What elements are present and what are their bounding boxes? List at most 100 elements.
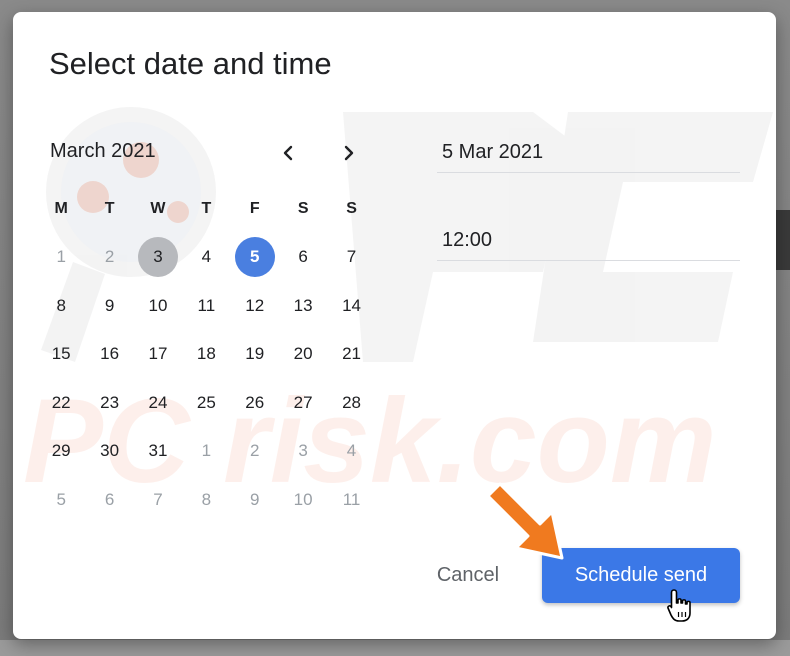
month-label: March 2021 xyxy=(50,140,156,162)
calendar-day-number: 28 xyxy=(342,392,361,412)
calendar-day-number: 23 xyxy=(100,392,120,412)
previous-month-button[interactable] xyxy=(273,138,303,168)
calendar-day[interactable]: 8 xyxy=(182,476,230,525)
calendar-day[interactable]: 19 xyxy=(231,330,279,379)
calendar-day-today[interactable]: 3 xyxy=(134,233,182,282)
calendar-day[interactable]: 6 xyxy=(279,233,327,282)
calendar-day[interactable]: 2 xyxy=(231,427,279,476)
calendar-day[interactable]: 12 xyxy=(231,282,279,331)
calendar-day-number: 4 xyxy=(201,247,212,267)
calendar-day-number: 24 xyxy=(148,392,168,412)
calendar-day-number: 29 xyxy=(51,441,71,461)
calendar-day-number: 5 xyxy=(234,237,275,278)
calendar-day-number: 30 xyxy=(100,441,120,461)
calendar-day[interactable]: 22 xyxy=(37,379,85,428)
calendar-day[interactable]: 27 xyxy=(279,379,327,428)
calendar-day[interactable]: 13 xyxy=(279,282,327,331)
calendar-day[interactable]: 17 xyxy=(134,330,182,379)
calendar-day[interactable]: 24 xyxy=(134,379,182,428)
calendar-day[interactable]: 30 xyxy=(85,427,133,476)
calendar-day[interactable]: 4 xyxy=(327,427,375,476)
schedule-send-button[interactable]: Schedule send xyxy=(542,548,740,603)
dialog-title: Select date and time xyxy=(49,46,332,81)
calendar-week-row: 22 23 24 25 26 27 28 xyxy=(37,379,377,428)
calendar-day[interactable]: 7 xyxy=(327,233,375,282)
calendar-day[interactable]: 31 xyxy=(134,427,182,476)
calendar-day-number: 3 xyxy=(298,441,308,461)
calendar-day-number: 20 xyxy=(293,344,313,364)
calendar-day[interactable]: 29 xyxy=(37,427,85,476)
weekday-header: MTWTFSS xyxy=(37,200,376,218)
calendar-day[interactable]: 18 xyxy=(182,330,230,379)
calendar-day-number: 31 xyxy=(148,441,168,461)
calendar-day[interactable]: 2 xyxy=(85,233,133,282)
calendar-day-number: 11 xyxy=(197,295,216,315)
calendar-day[interactable]: 4 xyxy=(182,233,230,282)
date-value: 5 Mar 2021 xyxy=(442,141,544,163)
calendar-day-number: 9 xyxy=(104,295,115,315)
calendar-day[interactable]: 11 xyxy=(327,476,375,525)
calendar-day[interactable]: 25 xyxy=(182,379,230,428)
calendar-day-number: 6 xyxy=(104,489,115,509)
schedule-dialog: PC risk.com Select date and time March 2… xyxy=(13,12,776,639)
calendar-day[interactable]: 9 xyxy=(231,476,279,525)
calendar-day-number: 4 xyxy=(346,441,357,461)
weekday-label: S xyxy=(346,200,357,217)
calendar-day[interactable]: 14 xyxy=(327,282,375,331)
calendar-day[interactable]: 1 xyxy=(37,233,85,282)
calendar-day-number: 6 xyxy=(298,247,308,267)
calendar-week-row: 15 16 17 18 19 20 21 xyxy=(37,330,377,379)
calendar-week-row: 29 30 31 1 2 3 4 xyxy=(37,427,377,476)
calendar-day-number: 11 xyxy=(342,489,361,509)
calendar-day-number: 13 xyxy=(293,295,313,315)
calendar-day[interactable]: 16 xyxy=(85,330,133,379)
weekday-label: T xyxy=(104,200,115,217)
calendar-day-number: 26 xyxy=(245,392,265,412)
calendar-day-number: 16 xyxy=(100,344,120,364)
calendar-day[interactable]: 7 xyxy=(134,476,182,525)
calendar-day[interactable]: 6 xyxy=(85,476,133,525)
calendar-day-number: 1 xyxy=(201,441,212,461)
calendar-day-number: 18 xyxy=(196,344,216,364)
calendar-day[interactable]: 8 xyxy=(37,282,85,331)
calendar-day[interactable]: 26 xyxy=(231,379,279,428)
calendar-day[interactable]: 28 xyxy=(327,379,375,428)
calendar-day-number: 9 xyxy=(250,489,260,509)
calendar-day[interactable]: 3 xyxy=(279,427,327,476)
calendar-day-number: 3 xyxy=(137,237,178,278)
calendar-week-row: 8 9 10 11 12 13 14 xyxy=(37,282,377,331)
calendar-day-number: 17 xyxy=(148,344,168,364)
calendar-grid: 1 2 3 4 5 6 7 8 9 10 11 12 13 14 15 16 17 18 19 20 21 22 23 24 2… xyxy=(37,233,377,524)
cancel-button[interactable]: Cancel xyxy=(418,549,518,601)
weekday-label: M xyxy=(54,200,68,217)
weekday-label: T xyxy=(201,200,212,217)
calendar-day-number: 7 xyxy=(153,489,163,509)
calendar-day-number: 25 xyxy=(196,392,216,412)
calendar-day[interactable]: 21 xyxy=(327,330,375,379)
weekday-label: W xyxy=(150,200,166,217)
calendar-day[interactable]: 9 xyxy=(85,282,133,331)
calendar-day[interactable]: 11 xyxy=(182,282,230,331)
calendar-day[interactable]: 5 xyxy=(37,476,85,525)
date-field[interactable]: 5 Mar 2021 xyxy=(437,138,740,173)
chevron-left-icon xyxy=(283,145,293,161)
calendar-day-number: 14 xyxy=(342,295,361,315)
calendar-day[interactable]: 10 xyxy=(134,282,182,331)
calendar-day-number: 5 xyxy=(56,489,66,509)
calendar-day[interactable]: 23 xyxy=(85,379,133,428)
next-month-button[interactable] xyxy=(334,138,364,168)
time-field[interactable]: 12:00 xyxy=(437,226,740,261)
calendar-day-selected[interactable]: 5 xyxy=(231,233,279,282)
backdrop-bottom xyxy=(0,640,790,656)
calendar-day[interactable]: 15 xyxy=(37,330,85,379)
calendar-day-number: 21 xyxy=(342,344,361,364)
calendar-day[interactable]: 20 xyxy=(279,330,327,379)
calendar-day-number: 2 xyxy=(104,247,115,267)
calendar-day[interactable]: 10 xyxy=(279,476,327,525)
calendar-day-number: 22 xyxy=(51,392,71,412)
calendar-day[interactable]: 1 xyxy=(182,427,230,476)
weekday-label: F xyxy=(249,200,260,217)
calendar-day-number: 1 xyxy=(56,247,66,267)
chevron-right-icon xyxy=(344,145,354,161)
calendar-day-number: 19 xyxy=(245,344,265,364)
